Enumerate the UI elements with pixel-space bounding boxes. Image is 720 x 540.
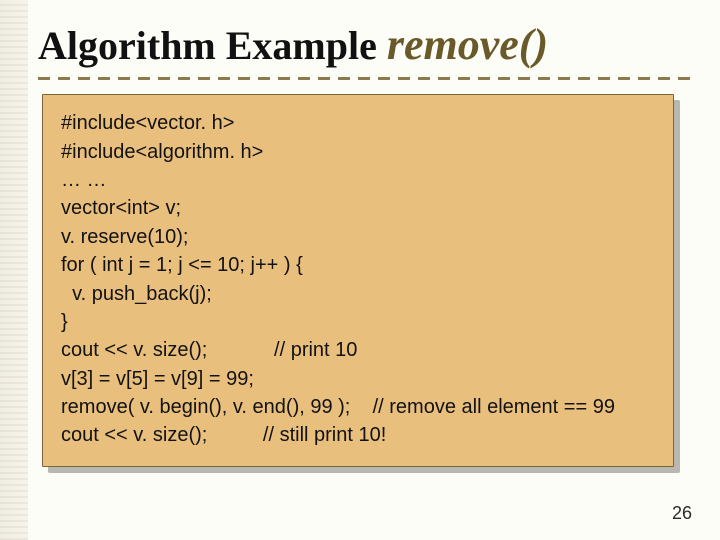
code-line: cout << v. size(); // still print 10! (61, 421, 655, 449)
code-line: vector<int> v; (61, 194, 655, 222)
slide: Algorithm Example remove() #include<vect… (0, 0, 720, 540)
code-card-body: #include<vector. h> #include<algorithm. … (42, 94, 674, 467)
code-line: for ( int j = 1; j <= 10; j++ ) { (61, 251, 655, 279)
code-line: … … (61, 166, 655, 194)
code-line: } (61, 308, 655, 336)
slide-title: Algorithm Example remove() (38, 22, 690, 68)
code-line: cout << v. size(); // print 10 (61, 336, 655, 364)
code-line: v[3] = v[5] = v[9] = 99; (61, 365, 655, 393)
code-line: v. reserve(10); (61, 223, 655, 251)
code-line: remove( v. begin(), v. end(), 99 ); // r… (61, 393, 655, 421)
code-line: #include<vector. h> (61, 109, 655, 137)
title-prefix: Algorithm Example (38, 23, 387, 68)
title-divider (38, 76, 690, 80)
code-card: #include<vector. h> #include<algorithm. … (42, 94, 674, 467)
code-line: #include<algorithm. h> (61, 138, 655, 166)
page-number: 26 (672, 503, 692, 524)
title-function: remove() (387, 20, 548, 69)
code-line: v. push_back(j); (61, 280, 655, 308)
